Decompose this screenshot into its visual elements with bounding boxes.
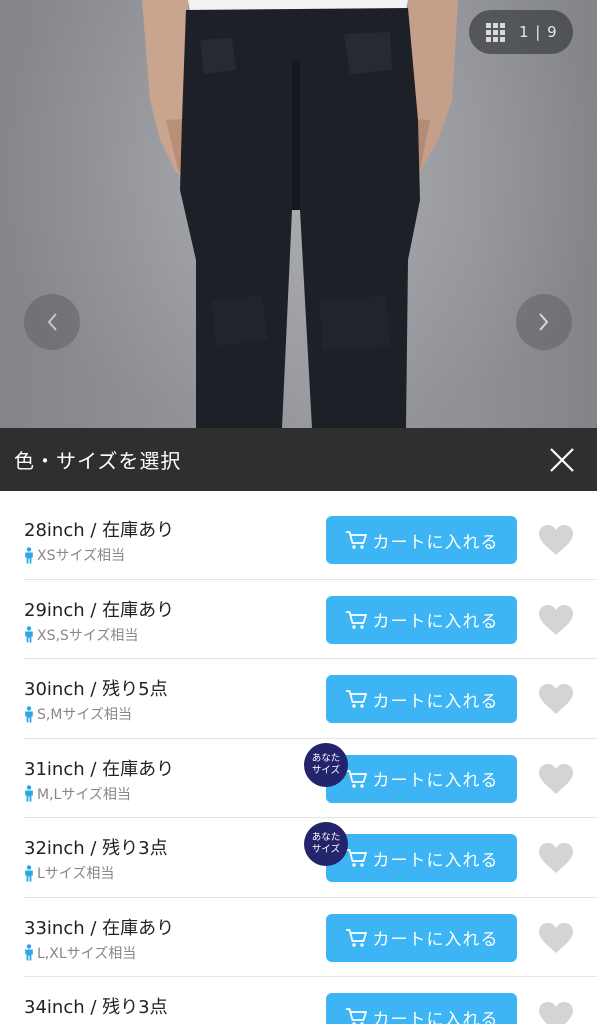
- image-counter: 1 | 9: [519, 23, 558, 41]
- product-image[interactable]: 1 | 9: [0, 0, 597, 428]
- add-to-cart-button[interactable]: カートに入れる: [326, 754, 517, 803]
- model-photo: [142, 0, 458, 428]
- cart-icon: [345, 849, 367, 867]
- cart-icon: [345, 610, 367, 629]
- previous-image-button[interactable]: [24, 294, 80, 350]
- size-row: 28inch / 在庫あり XSサイズ相当 カートに入れる: [24, 500, 597, 580]
- add-to-cart-label: カートに入れる: [372, 691, 499, 712]
- size-fit-text: Lサイズ相当: [37, 866, 115, 882]
- size-name: 28inch / 在庫あり: [24, 520, 175, 541]
- add-to-cart-button[interactable]: カートに入れる: [326, 675, 517, 723]
- size-fit: M,Lサイズ相当: [24, 784, 131, 804]
- favorite-button[interactable]: [536, 681, 576, 717]
- person-icon: [25, 705, 33, 722]
- size-row: 29inch / 在庫あり XS,Sサイズ相当 カートに入れる: [24, 580, 597, 659]
- person-icon: [25, 864, 33, 881]
- close-button[interactable]: [547, 445, 577, 475]
- grid-icon: [486, 22, 505, 42]
- size-row: 30inch / 残り5点 S,Mサイズ相当 カートに入れる: [24, 659, 597, 739]
- size-row: 33inch / 在庫あり L,XLサイズ相当 カートに入れる: [24, 898, 597, 977]
- size-fit-text: XS,Sサイズ相当: [37, 627, 139, 644]
- gallery-counter-button[interactable]: 1 | 9: [469, 10, 573, 54]
- favorite-button[interactable]: [536, 920, 576, 956]
- size-fit: S,Mサイズ相当: [24, 704, 132, 724]
- person-icon: [25, 546, 33, 563]
- add-to-cart-label: カートに入れる: [372, 850, 499, 871]
- size-row: 31inch / 在庫あり M,Lサイズ相当 カートに入れる あなた サイズ: [24, 739, 597, 818]
- add-to-cart-button[interactable]: カートに入れる: [326, 516, 517, 564]
- heart-icon: [539, 1002, 573, 1024]
- size-name: 33inch / 在庫あり: [24, 917, 175, 939]
- size-name: 34inch / 残り3点: [24, 997, 168, 1018]
- person-icon: [25, 785, 33, 802]
- favorite-button[interactable]: [536, 761, 576, 797]
- size-fit-text: XSサイズ相当: [37, 548, 126, 564]
- heart-icon: [539, 843, 573, 873]
- size-row: 34inch / 残り3点 カートに入れる: [24, 977, 597, 1024]
- heart-icon: [539, 525, 573, 555]
- heart-icon: [539, 684, 573, 714]
- size-name: 29inch / 在庫あり: [24, 599, 175, 621]
- your-size-badge: あなた サイズ: [304, 742, 348, 787]
- cart-icon: [345, 531, 367, 549]
- add-to-cart-label: カートに入れる: [372, 612, 499, 632]
- size-name: 30inch / 残り5点: [24, 679, 168, 700]
- cart-icon: [345, 1008, 367, 1024]
- size-fit: XS,Sサイズ相当: [24, 625, 138, 645]
- size-fit: XSサイズ相当: [24, 545, 125, 565]
- size-fit: Lサイズ相当: [24, 863, 114, 883]
- your-size-badge: あなた サイズ: [304, 822, 348, 866]
- add-to-cart-label: カートに入れる: [372, 532, 499, 553]
- favorite-button[interactable]: [536, 602, 576, 638]
- select-header: 色・サイズを選択: [0, 428, 597, 491]
- add-to-cart-button[interactable]: カートに入れる: [326, 834, 517, 882]
- your-size-badge-line1: あなた: [311, 832, 341, 843]
- person-icon: [25, 626, 33, 643]
- your-size-badge-line2: サイズ: [311, 844, 341, 855]
- add-to-cart-label: カートに入れる: [372, 771, 499, 791]
- size-fit-text: S,Mサイズ相当: [37, 707, 132, 723]
- size-list: 28inch / 在庫あり XSサイズ相当 カートに入れる 29inch / 在…: [0, 500, 597, 1024]
- favorite-button[interactable]: [536, 999, 576, 1024]
- chevron-left-icon: [47, 313, 57, 331]
- cart-icon: [345, 769, 367, 788]
- chevron-right-icon: [539, 313, 549, 331]
- select-title: 色・サイズを選択: [14, 449, 182, 473]
- add-to-cart-label: カートに入れる: [372, 930, 499, 950]
- close-icon: [550, 447, 574, 472]
- favorite-button[interactable]: [536, 840, 576, 876]
- size-fit-text: M,Lサイズ相当: [37, 786, 131, 803]
- size-fit: L,XLサイズ相当: [24, 943, 136, 963]
- size-name: 32inch / 残り3点: [24, 838, 168, 859]
- your-size-badge-line2: サイズ: [311, 764, 341, 776]
- your-size-badge-line1: あなた: [311, 752, 341, 764]
- size-name: 31inch / 在庫あり: [24, 758, 175, 780]
- favorite-button[interactable]: [536, 522, 576, 558]
- heart-icon: [539, 922, 573, 953]
- add-to-cart-button[interactable]: カートに入れる: [326, 993, 517, 1024]
- next-image-button[interactable]: [516, 294, 572, 350]
- cart-icon: [345, 928, 367, 947]
- cart-icon: [345, 690, 367, 708]
- size-row: 32inch / 残り3点 Lサイズ相当 カートに入れる あなた サイズ: [24, 818, 597, 898]
- add-to-cart-label: カートに入れる: [372, 1009, 499, 1024]
- person-icon: [25, 944, 33, 961]
- heart-icon: [539, 604, 573, 635]
- add-to-cart-button[interactable]: カートに入れる: [326, 595, 517, 644]
- heart-icon: [539, 763, 573, 794]
- add-to-cart-button[interactable]: カートに入れる: [326, 913, 517, 962]
- size-fit-text: L,XLサイズ相当: [37, 945, 137, 962]
